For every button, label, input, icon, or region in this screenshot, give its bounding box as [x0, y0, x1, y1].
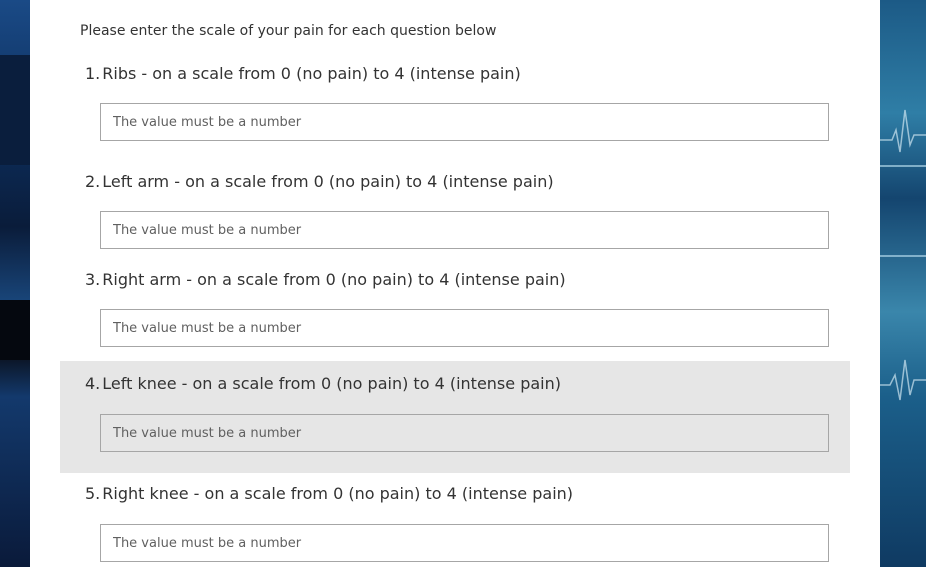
question-label: 4. Left knee - on a scale from 0 (no pain… — [85, 374, 561, 393]
question-label: 3. Right arm - on a scale from 0 (no pain… — [85, 270, 566, 289]
question-item: 3. Right arm - on a scale from 0 (no pain… — [60, 261, 850, 361]
question-item: 1. Ribs - on a scale from 0 (no pain) to … — [60, 55, 850, 155]
question-text: Left arm - on a scale from 0 (no pain) t… — [102, 172, 554, 191]
question-number: 2. — [85, 172, 101, 191]
pain-scale-input[interactable] — [100, 524, 829, 562]
pain-scale-input[interactable] — [100, 103, 829, 141]
question-text: Right arm - on a scale from 0 (no pain) … — [102, 270, 566, 289]
question-item: 5. Right knee - on a scale from 0 (no pai… — [60, 476, 850, 567]
pain-scale-input[interactable] — [100, 211, 829, 249]
heartbeat-icon — [880, 359, 926, 401]
question-number: 3. — [85, 270, 101, 289]
question-label: 5. Right knee - on a scale from 0 (no pai… — [85, 484, 573, 503]
survey-card: Please enter the scale of your pain for … — [30, 0, 880, 567]
question-number: 1. — [85, 64, 101, 83]
form-intro: Please enter the scale of your pain for … — [80, 23, 497, 39]
question-item-active: 4. Left knee - on a scale from 0 (no pain… — [60, 361, 850, 473]
question-text: Left knee - on a scale from 0 (no pain) … — [102, 374, 561, 393]
question-number: 5. — [85, 484, 101, 503]
pain-scale-input[interactable] — [100, 309, 829, 347]
question-label: 1. Ribs - on a scale from 0 (no pain) to … — [85, 64, 521, 83]
question-text: Right knee - on a scale from 0 (no pain)… — [102, 484, 574, 503]
question-number: 4. — [85, 374, 101, 393]
question-item: 2. Left arm - on a scale from 0 (no pain)… — [60, 163, 850, 263]
background-left-panel — [0, 0, 30, 567]
pain-scale-input[interactable] — [100, 414, 829, 452]
heartbeat-icon — [880, 109, 926, 153]
question-label: 2. Left arm - on a scale from 0 (no pain)… — [85, 172, 554, 191]
question-text: Ribs - on a scale from 0 (no pain) to 4 … — [102, 64, 521, 83]
background-right-panel — [880, 0, 926, 567]
